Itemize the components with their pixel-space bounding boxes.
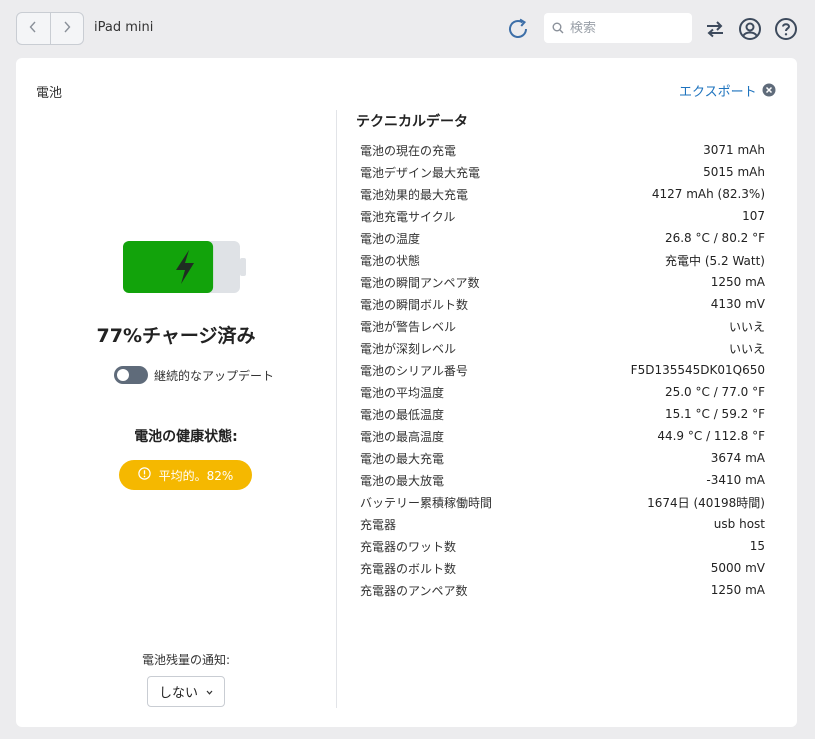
search-box[interactable]: [544, 13, 692, 43]
table-row: バッテリー累積稼働時間 1674日 (40198時間): [360, 491, 765, 513]
tech-label: 電池の最低温度: [360, 407, 445, 422]
tech-value: 5015 mAh: [703, 165, 765, 179]
charge-status-text: 77%チャージ済み: [96, 325, 256, 347]
chevron-down-icon: [206, 684, 213, 699]
table-row: 電池の最高温度 44.9 °C / 112.8 °F: [360, 425, 765, 447]
table-row: 電池の状態 充電中 (5.2 Watt): [360, 249, 765, 271]
table-row: 充電器 usb host: [360, 513, 765, 535]
forward-button[interactable]: [49, 13, 84, 44]
table-row: 電池の最大放電 -3410 mA: [360, 469, 765, 491]
back-button[interactable]: [17, 13, 50, 44]
technical-data-title: テクニカルデータ: [356, 114, 468, 130]
tech-value: 15.1 °C / 59.2 °F: [664, 407, 765, 421]
tech-label: 電池の状態: [360, 253, 421, 268]
tech-value: 44.9 °C / 112.8 °F: [657, 429, 765, 443]
column-divider: [336, 110, 337, 708]
search-icon: [552, 19, 564, 38]
tech-label: 電池の瞬間アンペア数: [360, 275, 480, 290]
refresh-icon[interactable]: [505, 16, 531, 42]
transfer-icon[interactable]: [702, 16, 728, 42]
table-row: 電池の瞬間ボルト数 4130 mV: [360, 293, 765, 315]
table-row: 電池の現在の充電 3071 mAh: [360, 139, 765, 161]
tech-value: 充電中 (5.2 Watt): [665, 253, 765, 268]
table-row: 電池効果的最大充電 4127 mAh (82.3%): [360, 183, 765, 205]
tech-label: 電池の瞬間ボルト数: [360, 297, 469, 312]
table-row: 電池が警告レベル いいえ: [360, 315, 765, 337]
export-link[interactable]: エクスポート: [679, 81, 757, 100]
tech-label: 電池充電サイクル: [360, 209, 456, 224]
tech-label: 電池の最大放電: [360, 473, 445, 488]
tech-value: 4127 mAh (82.3%): [651, 187, 765, 201]
tech-label: 電池の温度: [360, 231, 421, 246]
table-row: 電池充電サイクル 107: [360, 205, 765, 227]
tech-label: 充電器: [360, 517, 397, 532]
battery-health-title: 電池の健康状態:: [134, 429, 238, 445]
tech-value: 5000 mV: [710, 561, 765, 575]
tech-label: 電池効果的最大充電: [360, 187, 469, 202]
battery-notification-label: 電池残量の通知:: [141, 653, 231, 667]
table-row: 電池が深刻レベル いいえ: [360, 337, 765, 359]
battery-notification-select[interactable]: しない: [147, 676, 225, 707]
battery-panel: 電池 エクスポート 77%チャージ済み 継続的なアップデート 電池の健康状態:: [16, 58, 797, 727]
user-account-icon[interactable]: [737, 16, 763, 42]
tech-label: バッテリー累積稼働時間: [360, 495, 493, 510]
battery-health-value: 平均的。82%: [158, 468, 234, 483]
continuous-update-row: 継続的なアップデート: [114, 366, 274, 384]
battery-level-fill: [123, 241, 214, 293]
battery-health-badge: 平均的。82%: [119, 460, 252, 490]
tech-value: 1250 mA: [710, 583, 765, 597]
tech-label: 充電器のアンペア数: [360, 583, 468, 598]
table-row: 電池の最低温度 15.1 °C / 59.2 °F: [360, 403, 765, 425]
tech-value: usb host: [713, 517, 765, 531]
tech-value: 25.0 °C / 77.0 °F: [664, 385, 765, 399]
tech-value: F5D135545DK01Q650: [630, 363, 765, 377]
tech-label: 電池の最高温度: [360, 429, 445, 444]
battery-graphic: [123, 241, 249, 297]
tech-value: いいえ: [728, 319, 765, 334]
chevron-right-icon: [63, 21, 71, 37]
tech-value: いいえ: [728, 341, 765, 356]
table-row: 充電器のボルト数 5000 mV: [360, 557, 765, 579]
tech-label: 電池が警告レベル: [360, 319, 457, 334]
tech-value: 107: [742, 209, 765, 223]
tech-value: 15: [749, 539, 765, 553]
tech-value: -3410 mA: [706, 473, 765, 487]
table-row: 電池の瞬間アンペア数 1250 mA: [360, 271, 765, 293]
tech-value: 3674 mA: [710, 451, 765, 465]
tech-value: 4130 mV: [710, 297, 765, 311]
tech-label: 電池の平均温度: [360, 385, 445, 400]
table-row: 充電器のアンペア数 1250 mA: [360, 579, 765, 601]
table-row: 電池デザイン最大充電 5015 mAh: [360, 161, 765, 183]
panel-title: 電池: [36, 86, 63, 101]
table-row: 充電器のワット数 15: [360, 535, 765, 557]
table-row: 電池のシリアル番号 F5D135545DK01Q650: [360, 359, 765, 381]
warning-icon: [137, 467, 151, 483]
tech-label: 充電器のワット数: [360, 539, 457, 554]
tech-label: 電池が深刻レベル: [360, 341, 457, 356]
tech-label: 充電器のボルト数: [360, 561, 457, 576]
continuous-update-toggle[interactable]: [114, 366, 148, 384]
device-name: iPad mini: [94, 20, 154, 35]
nav-button-group: [16, 12, 84, 45]
table-row: 電池の温度 26.8 °C / 80.2 °F: [360, 227, 765, 249]
tech-value: 1674日 (40198時間): [647, 495, 765, 510]
technical-data-table: 電池の現在の充電 3071 mAh 電池デザイン最大充電 5015 mAh 電池効果的最…: [360, 139, 765, 601]
continuous-update-label: 継続的なアップデート: [154, 368, 275, 383]
table-row: 電池の平均温度 25.0 °C / 77.0 °F: [360, 381, 765, 403]
help-icon[interactable]: [773, 16, 799, 42]
tech-value: 1250 mA: [710, 275, 765, 289]
chevron-left-icon: [29, 21, 37, 37]
tech-label: 電池デザイン最大充電: [360, 165, 481, 180]
notification-selected-value: しない: [158, 686, 198, 701]
search-input[interactable]: [570, 20, 680, 36]
tech-label: 電池の現在の充電: [360, 143, 457, 158]
top-toolbar: iPad mini: [0, 0, 815, 58]
close-icon[interactable]: [762, 82, 776, 97]
tech-value: 3071 mAh: [703, 143, 765, 157]
tech-label: 電池のシリアル番号: [360, 363, 468, 378]
tech-value: 26.8 °C / 80.2 °F: [664, 231, 765, 245]
tech-label: 電池の最大充電: [360, 451, 445, 466]
table-row: 電池の最大充電 3674 mA: [360, 447, 765, 469]
